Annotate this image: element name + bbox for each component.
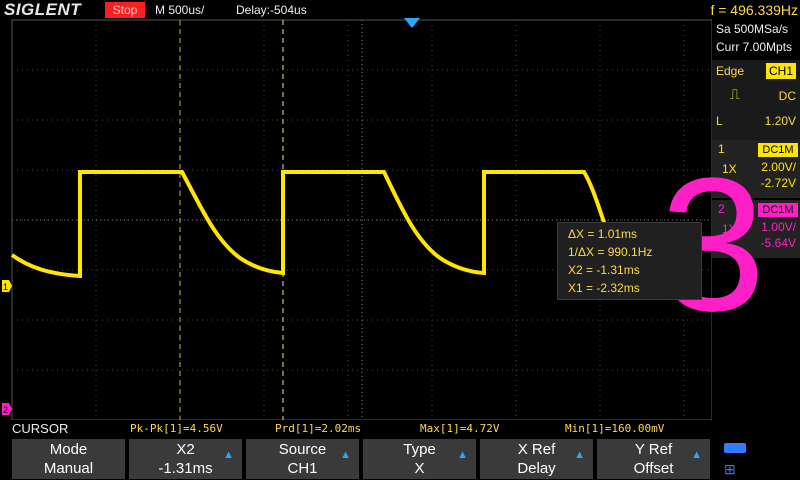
trigger-coupling: DC bbox=[778, 89, 796, 103]
menu-button-value: Offset bbox=[633, 460, 674, 477]
ch1-marker-label: 1 bbox=[3, 282, 8, 292]
menu-button-value: Delay bbox=[517, 460, 556, 477]
channel-2-scale: 1.00V/ bbox=[761, 220, 796, 234]
trigger-level: 1.20V bbox=[764, 114, 796, 128]
menu-button-value: Manual bbox=[43, 460, 94, 477]
up-arrow-icon: ▲ bbox=[457, 449, 468, 461]
trigger-source: CH1 bbox=[766, 63, 796, 79]
cursor-x1-value: X1 = -2.32ms bbox=[568, 281, 640, 295]
menu-button-value: -1.31ms bbox=[158, 460, 213, 477]
cursor-x2-value: X2 = -1.31ms bbox=[568, 263, 640, 277]
network-icon: ⊞ bbox=[724, 461, 736, 477]
softkey-menu: Mode Manual X2 -1.31ms ▲ Source CH1 ▲ Ty… bbox=[0, 438, 800, 480]
menu-button-mode[interactable]: Mode Manual bbox=[12, 439, 127, 479]
menu-button-type[interactable]: Type X ▲ bbox=[363, 439, 478, 479]
up-arrow-icon: ▲ bbox=[340, 449, 351, 461]
measure-period: Prd[1]=2.02ms bbox=[275, 422, 362, 435]
channel-1-offset: -2.72V bbox=[760, 176, 796, 190]
cursor-delta-x: ΔX = 1.01ms bbox=[568, 227, 638, 241]
menu-button-x-ref[interactable]: X Ref Delay ▲ bbox=[480, 439, 595, 479]
measure-max: Max[1]=4.72V bbox=[420, 422, 500, 435]
measure-min: Min[1]=160.00mV bbox=[565, 422, 665, 435]
menu-button-x2[interactable]: X2 -1.31ms ▲ bbox=[129, 439, 244, 479]
cursor-inverse-delta-x: 1/ΔX = 990.1Hz bbox=[568, 245, 653, 259]
trigger-type: Edge bbox=[716, 64, 745, 78]
ch2-marker-label: 2 bbox=[3, 405, 8, 415]
menu-button-y-ref[interactable]: Y Ref Offset ▲ bbox=[597, 439, 712, 479]
channel-1-scale: 2.00V/ bbox=[761, 160, 796, 174]
menu-button-source[interactable]: Source CH1 ▲ bbox=[246, 439, 361, 479]
sample-rate: Sa 500MSa/s bbox=[716, 22, 789, 36]
channel-2-offset: -5.64V bbox=[760, 236, 796, 250]
up-arrow-icon: ▲ bbox=[223, 449, 234, 461]
menu-title: CURSOR bbox=[12, 421, 69, 436]
menu-button-value: X bbox=[414, 460, 425, 477]
up-arrow-icon: ▲ bbox=[691, 449, 702, 461]
cursor-readout-box: ΔX = 1.01ms 1/ΔX = 990.1Hz X2 = -1.31ms … bbox=[557, 222, 702, 300]
system-status-area: ⊞ bbox=[712, 438, 800, 480]
menu-button-value: CH1 bbox=[287, 460, 318, 477]
up-arrow-icon: ▲ bbox=[574, 449, 585, 461]
trigger-level-label: L bbox=[716, 114, 723, 128]
measure-pkpk: Pk-Pk[1]=4.56V bbox=[130, 422, 223, 435]
rising-edge-icon: ⎍ bbox=[730, 86, 740, 102]
battery-icon bbox=[724, 443, 746, 453]
memory-depth: Curr 7.00Mpts bbox=[716, 40, 793, 54]
measurement-strip: CURSOR Pk-Pk[1]=4.56V Prd[1]=2.02ms Max[… bbox=[0, 420, 800, 438]
menu-button-label: Mode bbox=[49, 441, 88, 458]
